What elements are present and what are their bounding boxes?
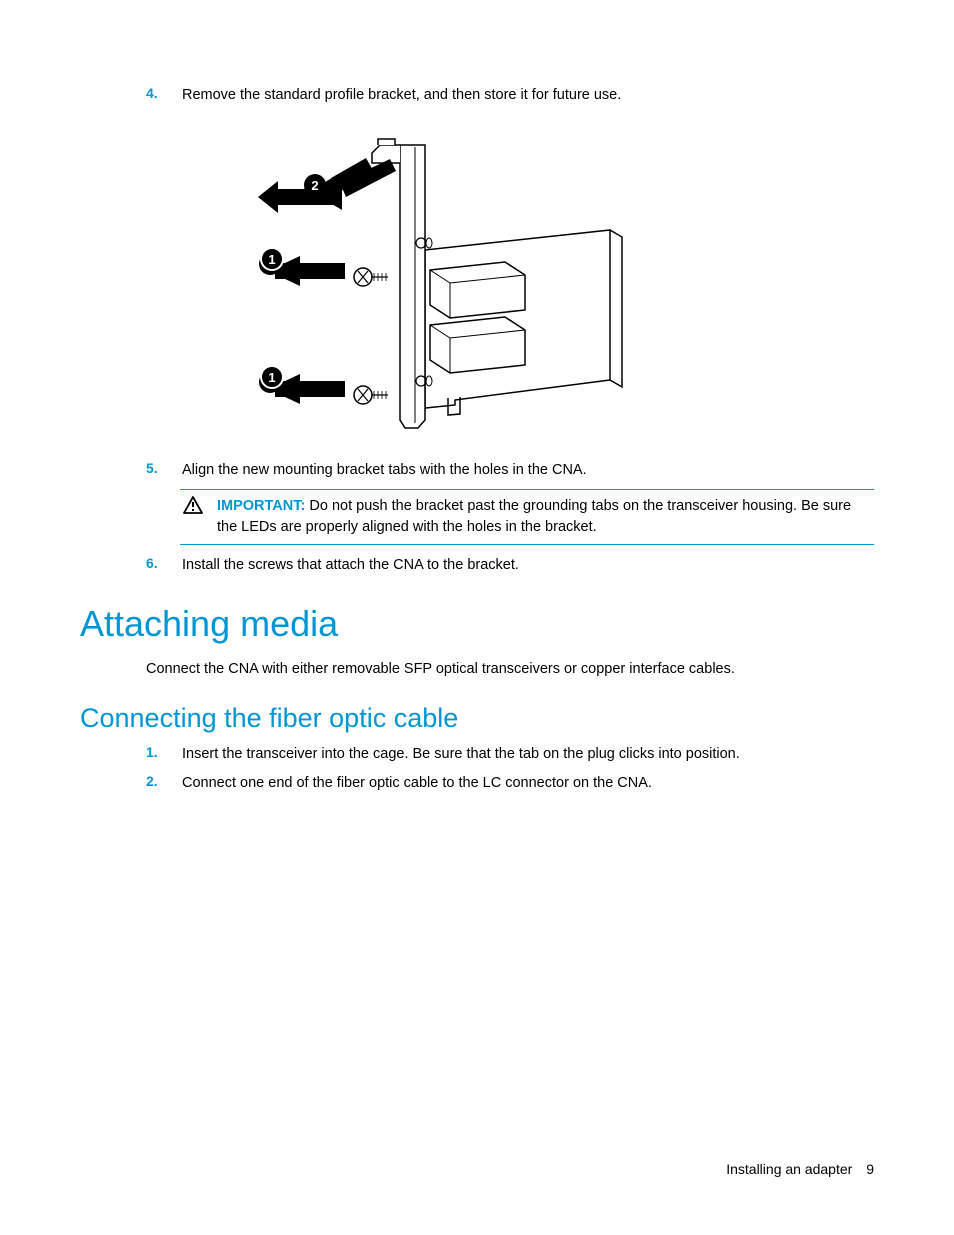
substep-1: 1. Insert the transceiver into the cage.… [80, 744, 874, 764]
note-text: Do not push the bracket past the groundi… [217, 498, 851, 535]
step-6: 6. Install the screws that attach the CN… [80, 555, 874, 575]
bracket-figure-container: 2 1 1 2 1 1 [80, 125, 874, 440]
step-number: 5. [146, 460, 182, 480]
step-text: Align the new mounting bracket tabs with… [182, 460, 587, 480]
step-number: 6. [146, 555, 182, 575]
body-paragraph: Connect the CNA with either removable SF… [80, 659, 874, 679]
step-text: Connect one end of the fiber optic cable… [182, 773, 652, 793]
step-text: Install the screws that attach the CNA t… [182, 555, 519, 575]
footer-section: Installing an adapter [726, 1161, 852, 1177]
important-note: IMPORTANT: Do not push the bracket past … [180, 489, 874, 545]
step-text: Insert the transceiver into the cage. Be… [182, 744, 740, 764]
svg-text:2: 2 [311, 178, 318, 193]
note-text-container: IMPORTANT: Do not push the bracket past … [217, 496, 874, 538]
footer-page-number: 9 [866, 1161, 874, 1177]
heading-attaching-media: Attaching media [80, 603, 874, 645]
step-number: 4. [146, 85, 182, 105]
bracket-removal-diagram: 2 1 1 2 1 1 [250, 125, 630, 435]
substep-2: 2. Connect one end of the fiber optic ca… [80, 773, 874, 793]
heading-connecting-fiber: Connecting the fiber optic cable [80, 703, 874, 734]
step-4: 4. Remove the standard profile bracket, … [80, 85, 874, 105]
step-number: 1. [146, 744, 182, 764]
page-footer: Installing an adapter 9 [726, 1161, 874, 1177]
step-number: 2. [146, 773, 182, 793]
step-5: 5. Align the new mounting bracket tabs w… [80, 460, 874, 480]
warning-icon [183, 496, 203, 520]
note-label: IMPORTANT: [217, 498, 305, 514]
step-text: Remove the standard profile bracket, and… [182, 85, 621, 105]
svg-text:1: 1 [268, 252, 275, 267]
svg-text:1: 1 [268, 370, 275, 385]
